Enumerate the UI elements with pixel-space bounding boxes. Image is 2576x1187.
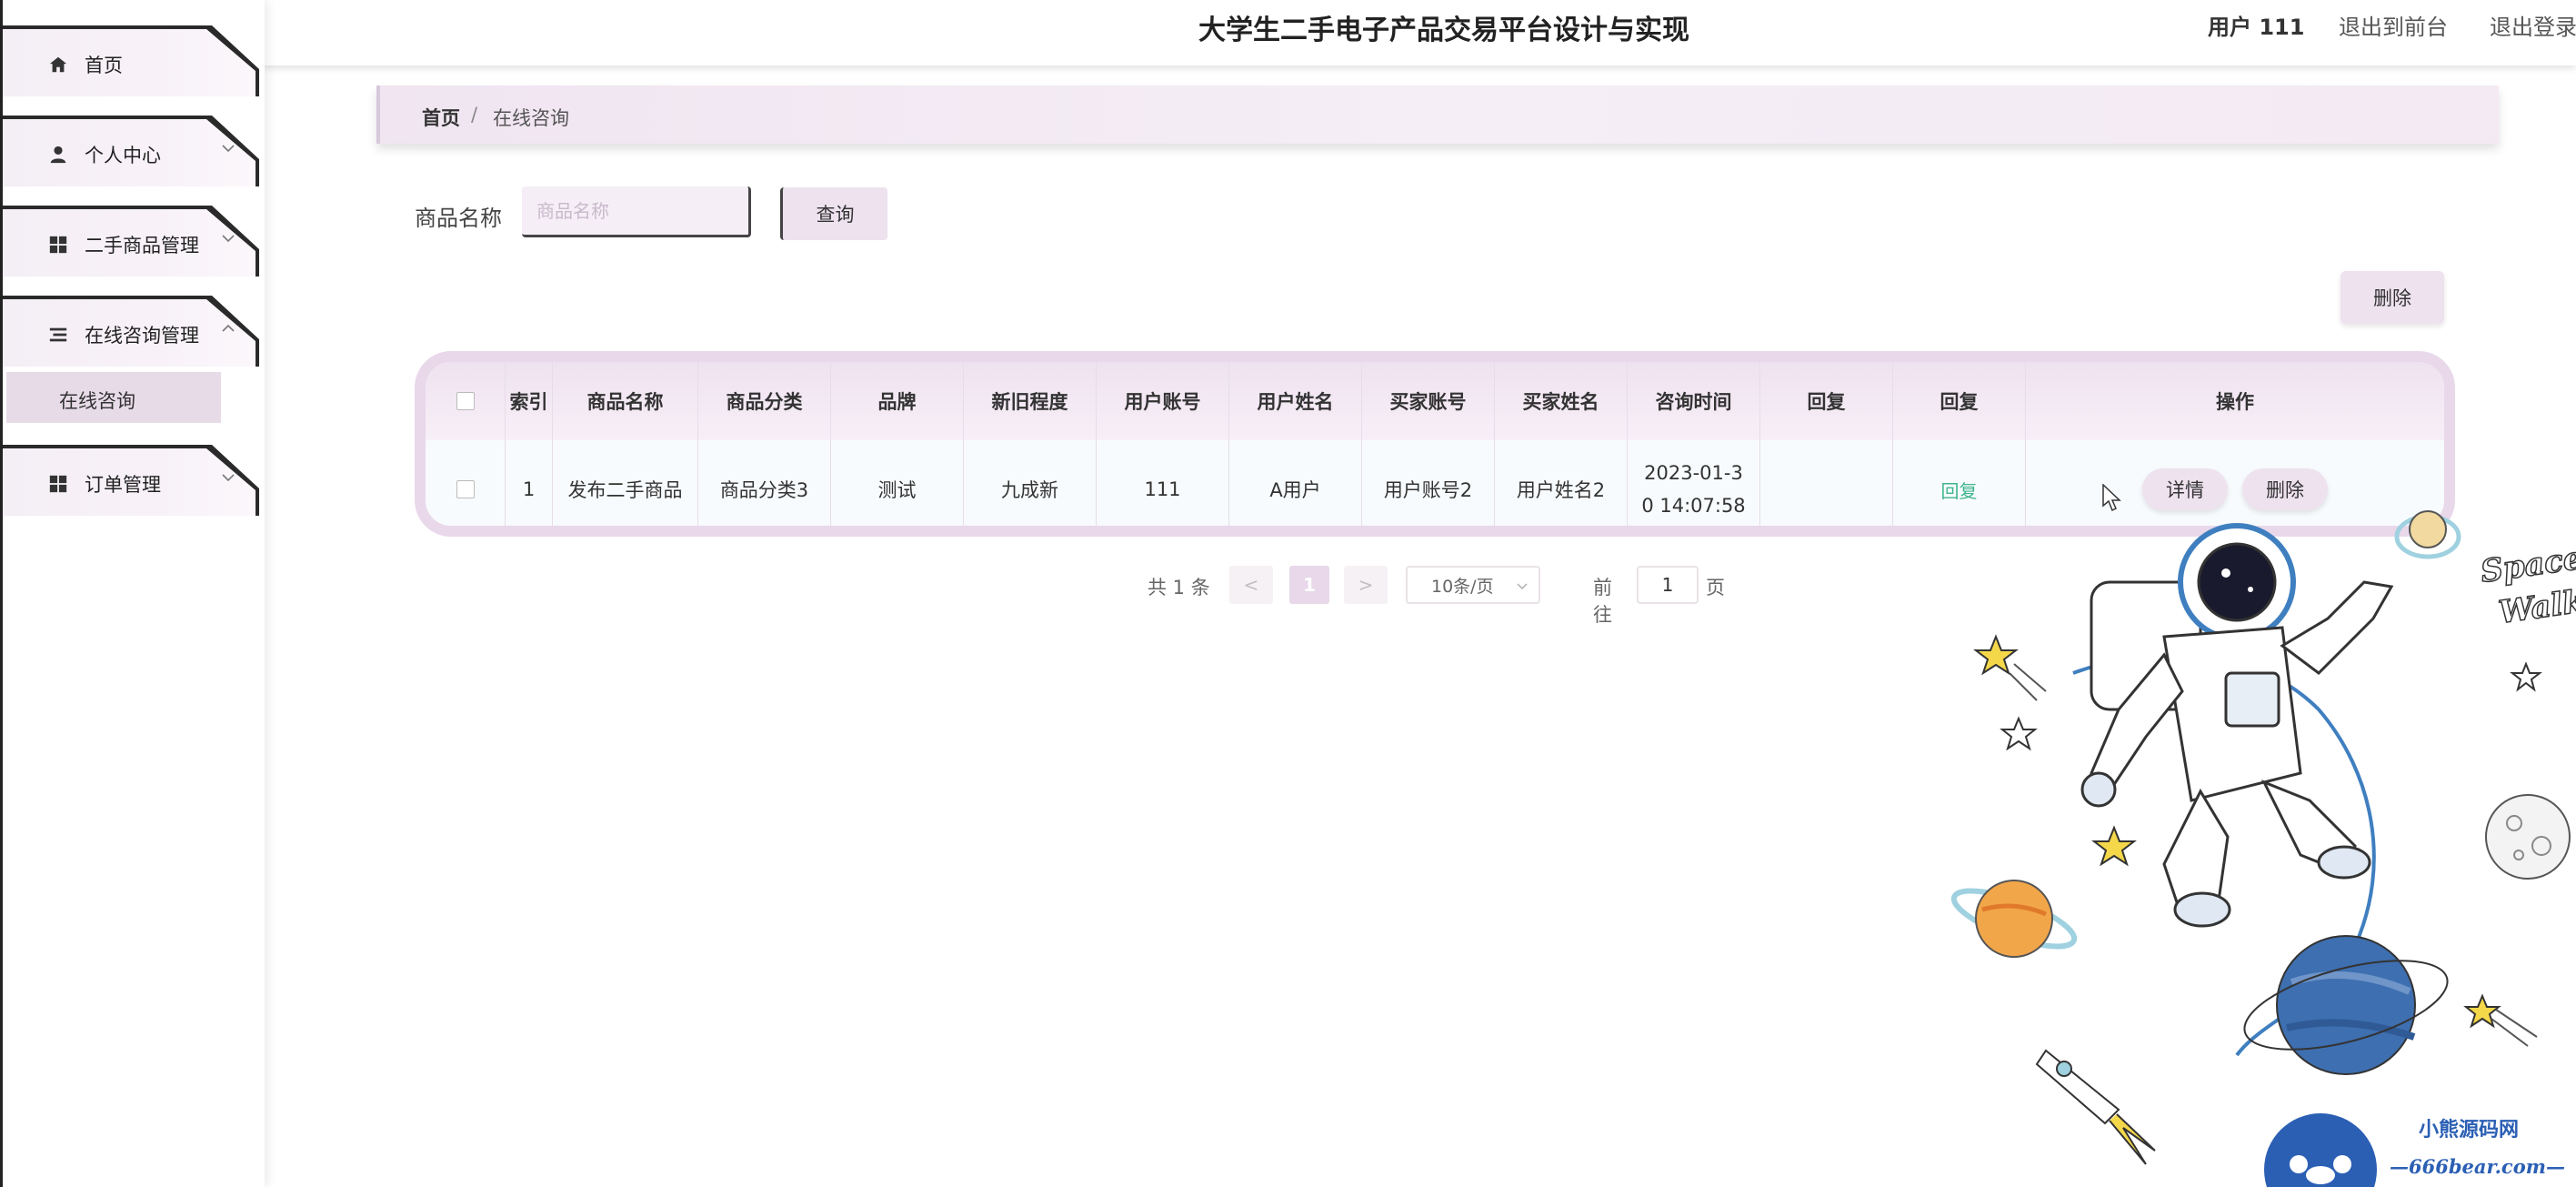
watermark-brand: 小熊源码网 bbox=[2419, 1118, 2520, 1142]
column-header: 商品分类 bbox=[698, 362, 831, 440]
cell-user-name: A用户 bbox=[1229, 440, 1362, 526]
column-header: 回复 bbox=[1893, 362, 2026, 440]
search-button[interactable]: 查询 bbox=[780, 187, 887, 240]
grid-icon bbox=[49, 475, 67, 493]
sidebar-item-label: 二手商品管理 bbox=[85, 235, 199, 257]
column-header: 操作 bbox=[2216, 391, 2254, 413]
cell-category: 商品分类3 bbox=[698, 440, 831, 526]
cell-buyer-account: 用户账号2 bbox=[1362, 440, 1495, 526]
orange-planet-icon bbox=[1950, 880, 2078, 958]
cell-product-name: 发布二手商品 bbox=[553, 440, 698, 526]
breadcrumb-current: 在线咨询 bbox=[493, 107, 569, 129]
sidebar-item-label: 订单管理 bbox=[85, 474, 161, 496]
prev-page-button[interactable]: < bbox=[1229, 566, 1273, 604]
cell-index: 1 bbox=[506, 440, 553, 526]
row-checkbox[interactable] bbox=[456, 480, 475, 498]
ringed-planet-small-icon bbox=[2394, 510, 2461, 559]
bear-logo-icon bbox=[2264, 1113, 2377, 1187]
column-header: 用户姓名 bbox=[1229, 362, 1362, 440]
row-select[interactable] bbox=[426, 440, 506, 526]
page-title: 大学生二手电子产品交易平台设计与实现 bbox=[1198, 15, 1689, 46]
space-walk-text-part2: Walk bbox=[2497, 583, 2576, 631]
user-icon bbox=[50, 146, 66, 164]
page-size-select[interactable]: 10条/页 bbox=[1406, 566, 1540, 604]
pagination-total: 共 1 条 bbox=[1148, 577, 1210, 599]
chevron-down-icon bbox=[222, 145, 235, 153]
table-header-row: 索引 商品名称 商品分类 品牌 新旧程度 用户账号 用户姓名 买家账号 买家姓名… bbox=[426, 362, 2444, 440]
star-icon bbox=[2463, 993, 2538, 1047]
batch-delete-button[interactable]: 删除 bbox=[2340, 271, 2444, 324]
space-walk-text-part1: Space bbox=[2479, 540, 2576, 590]
sidebar-item-home[interactable]: 首页 bbox=[3, 25, 261, 96]
sidebar-item-secondhand-goods[interactable]: 二手商品管理 bbox=[3, 206, 261, 277]
goto-label: 前往 bbox=[1593, 577, 1612, 626]
chevron-up-icon bbox=[222, 324, 235, 332]
moon-icon bbox=[2485, 794, 2571, 880]
column-header: 新旧程度 bbox=[964, 362, 1097, 440]
sidebar-item-label: 个人中心 bbox=[85, 145, 161, 166]
star-icon bbox=[1973, 634, 2047, 701]
current-user: 用户 111 bbox=[2208, 15, 2305, 40]
sidebar-item-label: 首页 bbox=[85, 55, 123, 76]
sidebar-subitem-label: 在线咨询 bbox=[59, 390, 135, 412]
cell-condition: 九成新 bbox=[964, 440, 1097, 526]
goto-page-input[interactable] bbox=[1637, 566, 1699, 604]
chevron-down-icon bbox=[222, 235, 235, 243]
column-header: 买家姓名 bbox=[1495, 362, 1628, 440]
column-header: 索引 bbox=[506, 362, 553, 440]
column-header: 品牌 bbox=[831, 362, 964, 440]
sidebar-item-personal-center[interactable]: 个人中心 bbox=[3, 116, 261, 186]
blue-planet-icon bbox=[2243, 935, 2449, 1075]
chevron-down-icon bbox=[222, 474, 235, 482]
column-header: 回复 bbox=[1760, 362, 1893, 440]
rocket-icon bbox=[2035, 1049, 2156, 1165]
mouse-cursor-icon bbox=[2102, 484, 2121, 512]
sidebar-item-label: 在线咨询管理 bbox=[85, 325, 199, 347]
home-icon bbox=[49, 56, 67, 73]
astronaut-illustration: Space Walk bbox=[1950, 510, 2576, 1165]
column-header: 用户账号 bbox=[1097, 362, 1229, 440]
star-icon bbox=[2510, 661, 2542, 692]
select-all-checkbox[interactable] bbox=[456, 392, 475, 410]
page-number-1[interactable]: 1 bbox=[1289, 566, 1329, 604]
sidebar-item-consult-management[interactable]: 在线咨询管理 bbox=[3, 296, 261, 367]
star-icon bbox=[2091, 825, 2137, 867]
chevron-down-icon bbox=[1517, 583, 1528, 589]
star-icon bbox=[2000, 716, 2038, 751]
sidebar: 首页 个人中心 二手商品管理 在线咨询管理 在线咨询 订单管理 bbox=[0, 0, 265, 1187]
page-size-value: 10条/页 bbox=[1431, 576, 1494, 597]
header-select-all[interactable] bbox=[426, 362, 506, 440]
cell-reply bbox=[1760, 440, 1893, 526]
logout-link[interactable]: 退出登录 bbox=[2490, 9, 2576, 41]
breadcrumb-separator: / bbox=[471, 104, 478, 126]
breadcrumb: 首页 / 在线咨询 bbox=[376, 86, 2499, 144]
cell-user-account: 111 bbox=[1097, 440, 1229, 526]
column-header: 商品名称 bbox=[553, 362, 698, 440]
next-page-button[interactable]: > bbox=[1344, 566, 1388, 604]
cell-brand: 测试 bbox=[831, 440, 964, 526]
sidebar-subitem-online-consult[interactable]: 在线咨询 bbox=[6, 372, 221, 423]
grid-icon bbox=[49, 236, 67, 254]
watermark-url: —666bear.com— bbox=[2390, 1155, 2565, 1178]
list-icon bbox=[49, 327, 67, 342]
back-to-front-link[interactable]: 退出到前台 bbox=[2339, 9, 2448, 41]
sidebar-item-orders[interactable]: 订单管理 bbox=[3, 445, 261, 516]
cell-buyer-name: 用户姓名2 bbox=[1495, 440, 1628, 526]
column-header: 咨询时间 bbox=[1628, 362, 1760, 440]
top-header: 大学生二手电子产品交易平台设计与实现 用户 111 退出到前台 退出登录 bbox=[262, 0, 2576, 65]
column-header: 买家账号 bbox=[1362, 362, 1495, 440]
goto-suffix: 页 bbox=[1706, 577, 1725, 599]
breadcrumb-home[interactable]: 首页 bbox=[422, 104, 460, 131]
cell-consult-time: 2023-01-3 0 14:07:58 bbox=[1628, 440, 1760, 526]
search-label: 商品名称 bbox=[415, 206, 502, 231]
product-name-search-input[interactable] bbox=[522, 186, 751, 237]
